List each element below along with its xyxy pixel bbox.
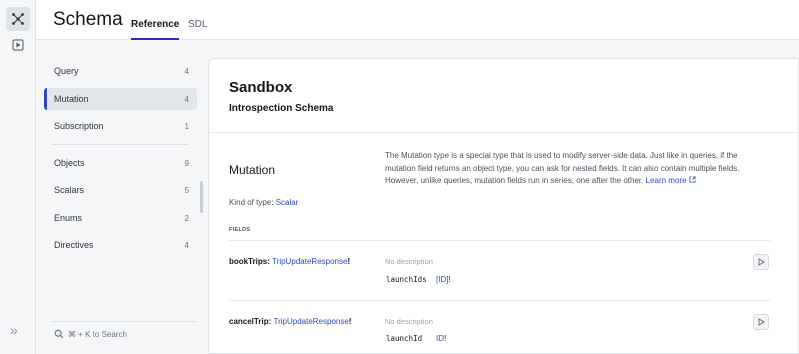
panel-title: Sandbox bbox=[229, 79, 293, 96]
sidebar-item-count: 5 bbox=[184, 185, 189, 195]
argument-type: ID! bbox=[436, 334, 447, 343]
sidebar-item-count: 4 bbox=[184, 94, 189, 104]
graph-icon[interactable] bbox=[6, 7, 30, 31]
field-name-text: bookTrips bbox=[229, 257, 268, 266]
sidebar-item-label: Query bbox=[54, 66, 79, 76]
argument-type-link[interactable]: [ID] bbox=[436, 275, 448, 284]
sidebar-item-label: Objects bbox=[54, 158, 85, 168]
external-link-icon bbox=[689, 176, 696, 183]
schema-reference-panel: Sandbox Introspection Schema Mutation Th… bbox=[208, 58, 799, 354]
sidebar-scrollbar[interactable] bbox=[200, 181, 203, 213]
argument-name: launchIds bbox=[386, 275, 427, 284]
field-name: bookTrips: TripUpdateResponse! bbox=[229, 257, 351, 266]
tab-sdl[interactable]: SDL bbox=[188, 19, 207, 40]
sidebar-item-enums[interactable]: Enums 2 bbox=[44, 207, 197, 229]
sidebar-item-mutation[interactable]: Mutation 4 bbox=[44, 88, 197, 110]
play-icon bbox=[758, 318, 765, 326]
sidebar-item-label: Enums bbox=[54, 213, 83, 223]
left-rail: » bbox=[0, 0, 36, 354]
panel-header: Sandbox Introspection Schema bbox=[209, 59, 798, 133]
schema-sidebar: Query 4 Mutation 4 Subscription 1 Object… bbox=[36, 40, 207, 354]
search-label: ⌘ + K to Search bbox=[68, 329, 127, 339]
sidebar-item-count: 1 bbox=[184, 121, 189, 131]
panel-subtitle: Introspection Schema bbox=[229, 103, 334, 114]
argument-type: [ID]! bbox=[436, 275, 451, 284]
sidebar-item-query[interactable]: Query 4 bbox=[44, 60, 197, 82]
field-description: No description bbox=[385, 257, 433, 266]
divider bbox=[229, 300, 770, 301]
type-name: Mutation bbox=[229, 163, 276, 177]
learn-more-link[interactable]: Learn more bbox=[646, 176, 696, 185]
search-button[interactable]: ⌘ + K to Search bbox=[54, 329, 127, 339]
play-icon bbox=[758, 258, 765, 266]
field-type-link[interactable]: TripUpdateResponse bbox=[273, 317, 348, 326]
sidebar-item-count: 4 bbox=[184, 66, 189, 76]
argument-name: launchId bbox=[386, 334, 423, 343]
sidebar-item-count: 9 bbox=[184, 158, 189, 168]
page-title: Schema bbox=[53, 9, 123, 30]
sidebar-item-count: 4 bbox=[184, 240, 189, 250]
field-name-text: cancelTrip bbox=[229, 317, 269, 326]
sidebar-item-objects[interactable]: Objects 9 bbox=[44, 152, 197, 174]
search-icon bbox=[54, 329, 64, 339]
divider bbox=[229, 240, 770, 241]
run-field-button[interactable] bbox=[753, 314, 769, 330]
type-description: The Mutation type is a special type that… bbox=[385, 150, 770, 188]
sidebar-item-scalars[interactable]: Scalars 5 bbox=[44, 179, 197, 201]
sidebar-item-label: Directives bbox=[54, 240, 94, 250]
argument-type-link[interactable]: ID bbox=[436, 334, 444, 343]
sidebar-item-directives[interactable]: Directives 4 bbox=[44, 234, 197, 256]
sidebar-divider bbox=[52, 321, 196, 322]
sidebar-item-label: Mutation bbox=[54, 94, 89, 104]
field-name: cancelTrip: TripUpdateResponse! bbox=[229, 317, 352, 326]
kind-type-link[interactable]: Scalar bbox=[276, 198, 299, 207]
field-type-link[interactable]: TripUpdateResponse bbox=[272, 257, 347, 266]
fields-heading: FIELDS bbox=[229, 227, 251, 233]
sidebar-divider bbox=[52, 144, 188, 145]
sidebar-item-count: 2 bbox=[184, 213, 189, 223]
kind-of-type: Kind of type: Scalar bbox=[229, 198, 298, 207]
run-field-button[interactable] bbox=[753, 254, 769, 270]
double-chevron-right-icon[interactable]: » bbox=[10, 322, 18, 338]
sidebar-item-subscription[interactable]: Subscription 1 bbox=[44, 115, 197, 137]
sidebar-item-label: Scalars bbox=[54, 185, 85, 195]
play-panel-icon[interactable] bbox=[6, 33, 30, 57]
header: Schema Reference SDL bbox=[36, 0, 799, 40]
tab-reference[interactable]: Reference bbox=[131, 19, 180, 40]
field-description: No description bbox=[385, 317, 433, 326]
sidebar-item-label: Subscription bbox=[54, 121, 104, 131]
kind-label: Kind of type: bbox=[229, 198, 274, 207]
